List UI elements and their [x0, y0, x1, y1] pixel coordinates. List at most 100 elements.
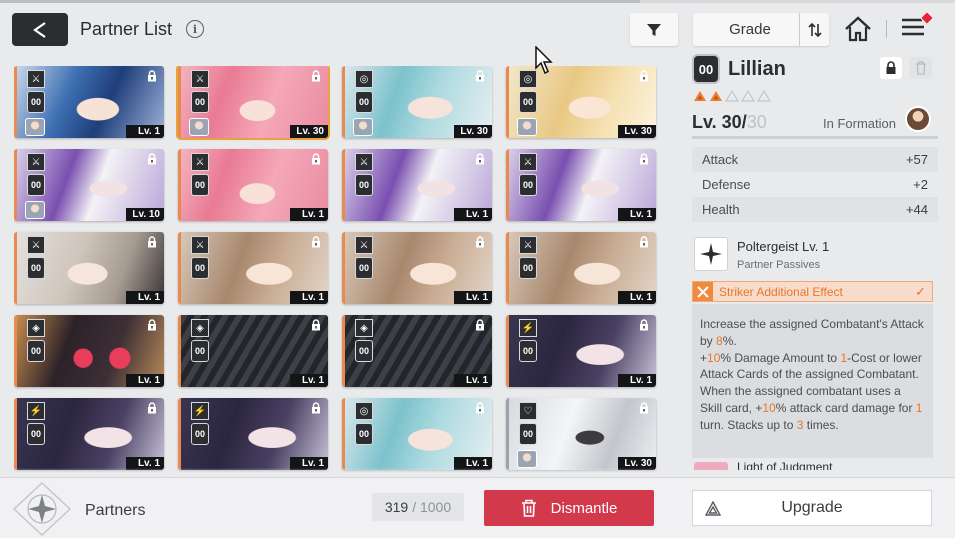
- rank-badge: 00: [519, 174, 537, 196]
- rank-badge: 00: [355, 340, 373, 362]
- lock-button[interactable]: [880, 57, 902, 79]
- lock-icon: [148, 153, 156, 165]
- filled-rank-triangle-icon: [694, 91, 706, 101]
- partner-card[interactable]: ⚔ 00 Lv. 10: [14, 149, 164, 221]
- empty-rank-triangle-icon: [725, 90, 739, 102]
- level-tag: Lv. 1: [454, 208, 492, 221]
- partner-owner-avatar: [353, 118, 373, 136]
- delete-button[interactable]: [910, 57, 932, 79]
- lock-icon: [476, 70, 484, 82]
- desc-highlight: 1: [915, 400, 923, 415]
- partner-card[interactable]: ◈ 00 Lv. 1: [342, 315, 492, 387]
- heart-icon: ♡: [519, 402, 537, 420]
- dismantle-button[interactable]: Dismantle: [484, 490, 654, 526]
- lock-icon: [312, 319, 320, 331]
- effect-description: Increase the assigned Combatant's Attack…: [692, 304, 933, 458]
- partner-card[interactable]: ◎ 00 Lv. 30: [342, 66, 492, 138]
- striker-effect-header[interactable]: Striker Additional Effect ✓: [692, 281, 933, 302]
- trash-icon: [916, 61, 926, 75]
- partner-card[interactable]: ◈ 00 Lv. 1: [178, 315, 328, 387]
- level-tag: Lv. 1: [290, 374, 328, 387]
- lock-icon: [476, 153, 484, 165]
- desc-text: +: [700, 350, 708, 365]
- desc-text: %.: [722, 333, 737, 348]
- partner-card[interactable]: ⚔ 00 Lv. 1: [14, 66, 164, 138]
- partner-card[interactable]: ⚔ 00 Lv. 30: [176, 66, 330, 140]
- empty-rank-triangle-icon: [741, 90, 755, 102]
- partner-grid: ⚔ 00 Lv. 1 ⚔ 00 Lv. 30 ◎ 00 Lv. 30 ◎ 00 Lv. 30 ⚔ 00 Lv…: [14, 66, 662, 476]
- stat-label: Attack: [702, 152, 739, 167]
- partner-card[interactable]: ⚡ 00 Lv. 1: [14, 398, 164, 470]
- count-max: / 1000: [412, 499, 452, 515]
- lock-icon: [312, 236, 320, 248]
- rank-badge: 00: [692, 54, 720, 84]
- desc-highlight: 8: [716, 333, 723, 348]
- partner-card[interactable]: ♡ 00 Lv. 30: [506, 398, 656, 470]
- rank-badge: 00: [355, 423, 373, 445]
- trash-icon: [521, 499, 536, 517]
- stat-attack: Attack +57: [692, 147, 938, 172]
- partner-card[interactable]: ⚡ 00 Lv. 1: [506, 315, 656, 387]
- stat-label: Defense: [702, 177, 751, 192]
- lock-icon: [476, 319, 484, 331]
- grade-sort-dropdown[interactable]: Grade: [693, 13, 829, 46]
- next-passive-item[interactable]: Light of Judgment: [692, 460, 933, 470]
- partner-card[interactable]: ⚔ 00 Lv. 1: [506, 149, 656, 221]
- target-icon: ◎: [355, 70, 373, 88]
- lock-icon: [886, 61, 896, 74]
- level-current: Lv. 30/: [692, 112, 747, 132]
- crossed-swords-icon: ⚔: [191, 153, 209, 171]
- sort-order-toggle[interactable]: [799, 13, 829, 46]
- check-icon: ✓: [915, 283, 926, 299]
- level-max: 30: [746, 112, 767, 132]
- rank-badge: 00: [191, 340, 209, 362]
- lock-icon: [640, 236, 648, 248]
- rank-badge: 00: [27, 340, 45, 362]
- info-icon[interactable]: i: [186, 20, 204, 38]
- diamond-icon: ◈: [27, 319, 45, 337]
- level-tag: Lv. 1: [126, 125, 164, 138]
- partner-card[interactable]: ⚔ 00 Lv. 1: [178, 149, 328, 221]
- lightning-icon: ⚡: [27, 402, 45, 420]
- lock-icon: [148, 402, 156, 414]
- partner-card[interactable]: ◈ 00 Lv. 1: [14, 315, 164, 387]
- passive-name: Poltergeist Lv. 1: [737, 239, 830, 254]
- lock-icon: [640, 70, 648, 82]
- upgrade-label: Upgrade: [781, 499, 843, 516]
- rank-badge: 00: [191, 423, 209, 445]
- upgrade-button[interactable]: Upgrade: [692, 490, 932, 526]
- lock-icon: [148, 70, 156, 82]
- level-tag: Lv. 1: [618, 208, 656, 221]
- crossed-swords-icon: ⚔: [519, 236, 537, 254]
- lock-icon: [312, 153, 320, 165]
- partner-card[interactable]: ⚔ 00 Lv. 1: [342, 232, 492, 304]
- partner-card[interactable]: ⚔ 00 Lv. 1: [342, 149, 492, 221]
- partners-label: Partners: [85, 502, 146, 519]
- level-tag: Lv. 1: [290, 291, 328, 304]
- partner-card[interactable]: ⚡ 00 Lv. 1: [178, 398, 328, 470]
- sparkle-icon: [700, 243, 722, 265]
- partner-card[interactable]: ⚔ 00 Lv. 1: [178, 232, 328, 304]
- stat-value: +44: [905, 202, 928, 217]
- stat-label: Health: [702, 202, 740, 217]
- partner-card[interactable]: ◎ 00 Lv. 30: [506, 66, 656, 138]
- lightning-icon: ⚡: [519, 319, 537, 337]
- back-button[interactable]: [12, 13, 68, 46]
- partners-emblem-icon: [8, 478, 76, 538]
- level-tag: Lv. 10: [126, 208, 164, 221]
- home-button[interactable]: [843, 14, 873, 44]
- filter-icon: [647, 23, 661, 36]
- desc-text: % attack card damage for: [775, 400, 916, 415]
- partner-card[interactable]: ◎ 00 Lv. 1: [342, 398, 492, 470]
- partner-card[interactable]: ⚔ 00 Lv. 1: [506, 232, 656, 304]
- stat-health: Health +44: [692, 197, 938, 222]
- partner-card[interactable]: ⚔ 00 Lv. 1: [14, 232, 164, 304]
- passive-skill-icon[interactable]: [694, 237, 728, 271]
- partner-detail-panel: 00 Lillian Lv. 30/30 In Formation Attack…: [692, 52, 942, 470]
- lock-icon: [640, 153, 648, 165]
- lock-icon: [476, 402, 484, 414]
- menu-button[interactable]: [900, 10, 935, 45]
- formation-avatar[interactable]: [905, 106, 931, 132]
- filter-button[interactable]: [630, 13, 678, 46]
- count-current: 319: [384, 499, 409, 515]
